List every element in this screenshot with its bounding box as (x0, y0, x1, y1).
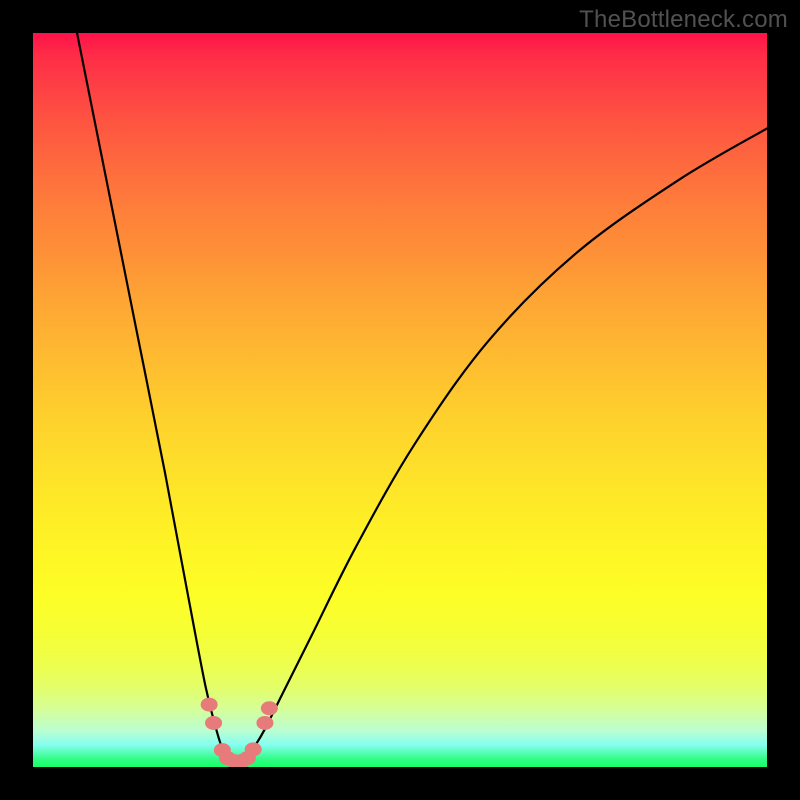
marker-dot (201, 698, 218, 712)
watermark-text: TheBottleneck.com (579, 6, 788, 34)
marker-dot (245, 742, 262, 756)
plot-area (33, 33, 767, 767)
marker-dot (205, 716, 222, 730)
chart-frame: TheBottleneck.com (0, 0, 800, 800)
chart-overlay (33, 33, 767, 767)
bottleneck-curve (77, 33, 767, 764)
highlight-markers (201, 698, 278, 767)
marker-dot (256, 716, 273, 730)
marker-dot (261, 701, 278, 715)
